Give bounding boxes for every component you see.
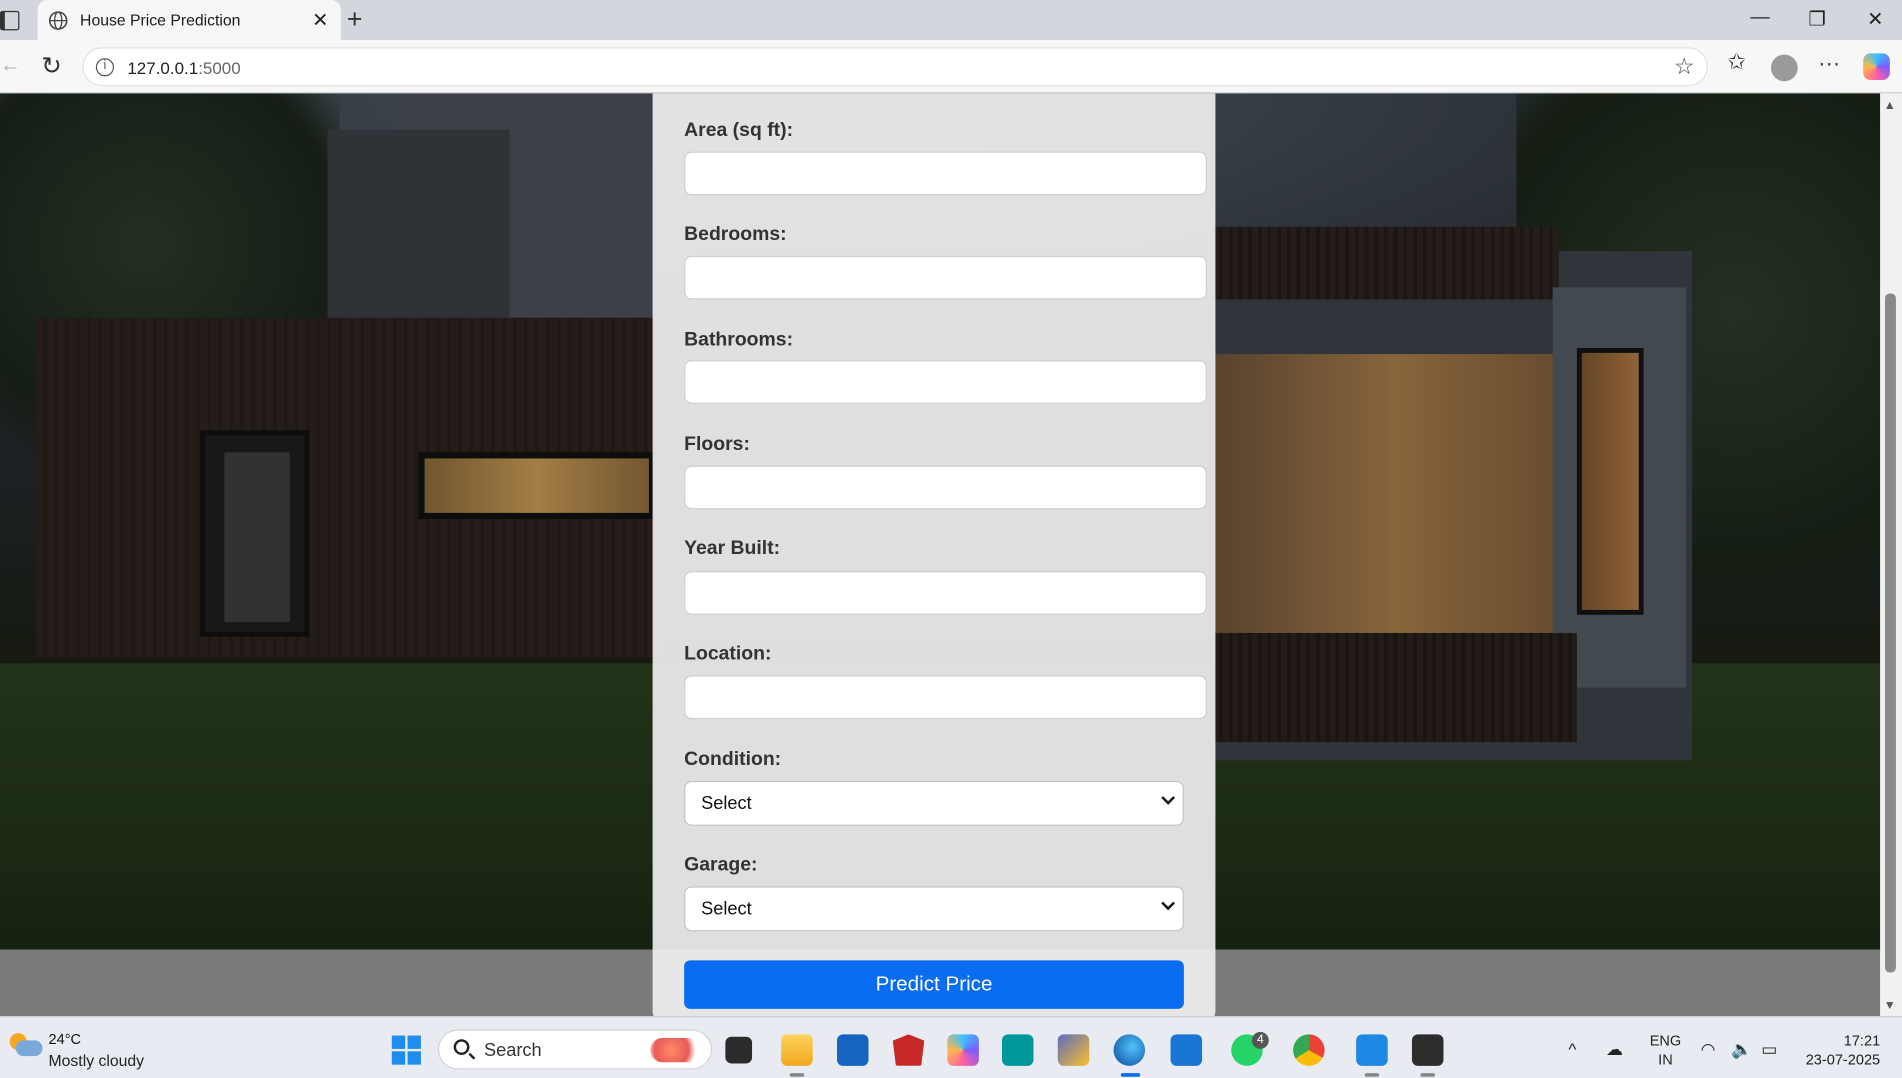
scroll-down-icon[interactable]: ▼ (1884, 999, 1896, 1012)
condition-label: Condition: (684, 749, 782, 771)
mcafee-icon[interactable] (892, 1034, 925, 1066)
windows-start-icon[interactable] (391, 1035, 421, 1065)
sidebar-toggle-icon[interactable] (0, 10, 20, 31)
garage-selected-value: Select (701, 898, 752, 920)
volume-icon[interactable]: 🔈 (1731, 1039, 1752, 1060)
bedrooms-input[interactable] (684, 255, 1207, 300)
site-info-icon[interactable]: i (95, 58, 115, 77)
wifi-icon[interactable]: ◠ (1701, 1039, 1716, 1060)
garage-label: Garage: (684, 854, 758, 876)
onedrive-icon[interactable]: ☁ (1606, 1039, 1623, 1060)
bathrooms-label: Bathrooms: (684, 329, 794, 351)
copilot-app-icon[interactable] (947, 1034, 979, 1066)
vscode-running-indicator (1364, 1073, 1380, 1077)
reload-icon[interactable]: ↻ (41, 51, 61, 81)
location-label: Location: (684, 643, 772, 665)
microsoft-store-icon[interactable] (836, 1034, 869, 1066)
address-bar[interactable]: i 127.0.0.1:5000 ☆ (82, 47, 1708, 87)
arduino-icon[interactable] (1001, 1034, 1034, 1066)
search-label: Search (483, 1040, 542, 1062)
favorites-icon[interactable]: ✩ (1727, 50, 1745, 75)
vscode-icon[interactable] (1356, 1034, 1388, 1066)
profile-avatar[interactable] (1770, 54, 1798, 82)
bedrooms-label: Bedrooms: (684, 224, 787, 245)
garage-select[interactable]: Select (684, 886, 1184, 932)
task-view-icon[interactable] (725, 1036, 753, 1064)
edge-icon[interactable] (1113, 1034, 1146, 1066)
tab-strip: House Price Prediction ✕ + — ❐ ✕ (0, 0, 1902, 41)
weather-temperature[interactable]: 24°C (49, 1031, 82, 1048)
chevron-down-icon (1161, 791, 1175, 805)
mathpad-app-icon[interactable] (1170, 1034, 1203, 1066)
copilot-icon[interactable] (1863, 53, 1890, 81)
search-icon (453, 1039, 470, 1055)
back-icon[interactable]: ← (0, 53, 21, 77)
scroll-up-icon[interactable]: ▲ (1884, 99, 1896, 112)
taskbar-search[interactable]: Search (437, 1029, 713, 1070)
battery-icon[interactable]: ▭ (1761, 1039, 1777, 1060)
page-scrollbar[interactable]: ▲ ▼ (1880, 93, 1902, 1017)
location-input[interactable] (684, 675, 1207, 720)
windows-taskbar: 24°C Mostly cloudy Search 4 ^ ☁ ENG IN ◠ … (0, 1016, 1902, 1078)
whatsapp-badge: 4 (1251, 1031, 1269, 1049)
floors-label: Floors: (684, 434, 750, 455)
chevron-down-icon (1161, 896, 1175, 911)
close-window-icon[interactable]: ✕ (1863, 7, 1887, 31)
globe-icon (48, 11, 68, 30)
bathrooms-input[interactable] (684, 360, 1207, 404)
floors-input[interactable] (684, 465, 1207, 510)
scrollbar-thumb[interactable] (1885, 293, 1896, 973)
show-hidden-icons-chevron-icon[interactable]: ^ (1568, 1039, 1576, 1058)
restore-icon[interactable]: ❐ (1805, 7, 1829, 31)
condition-select[interactable]: Select (684, 780, 1184, 826)
more-options-icon[interactable]: ··· (1818, 51, 1840, 76)
edge-active-indicator (1120, 1073, 1141, 1077)
language-indicator[interactable]: ENG IN (1650, 1031, 1682, 1070)
area-label: Area (sq ft): (684, 120, 794, 141)
search-highlight-icon (650, 1037, 704, 1063)
url-text: 127.0.0.1:5000 (127, 58, 241, 78)
tab-title: House Price Prediction (80, 10, 241, 30)
predict-price-button[interactable]: Predict Price (684, 960, 1184, 1009)
minimize-icon[interactable]: — (1748, 7, 1772, 29)
network-app-icon[interactable] (1057, 1034, 1090, 1066)
file-explorer-icon[interactable] (781, 1034, 813, 1066)
new-tab-icon[interactable]: + (347, 4, 363, 36)
page-viewport: Area (sq ft): Bedrooms: Bathrooms: Floor… (0, 93, 1881, 1017)
year-built-label: Year Built: (684, 538, 781, 560)
terminal-running-indicator (1420, 1073, 1435, 1077)
file-explorer-running-indicator (789, 1073, 805, 1077)
terminal-icon[interactable] (1411, 1034, 1444, 1066)
year-built-input[interactable] (684, 571, 1207, 615)
favorite-star-icon[interactable]: ☆ (1674, 53, 1695, 81)
close-tab-icon[interactable]: ✕ (309, 8, 331, 32)
weather-description[interactable]: Mostly cloudy (49, 1051, 145, 1069)
area-input[interactable] (684, 151, 1207, 196)
chrome-icon[interactable] (1293, 1034, 1325, 1066)
address-toolbar: ← ↻ i 127.0.0.1:5000 ☆ (0, 40, 1902, 94)
tab-house-price-prediction[interactable]: House Price Prediction ✕ (37, 0, 341, 41)
system-clock[interactable]: 17:21 23-07-2025 (1795, 1031, 1880, 1070)
prediction-form: Area (sq ft): Bedrooms: Bathrooms: Floor… (652, 93, 1216, 1017)
condition-selected-value: Select (701, 793, 752, 814)
weather-cloudy-icon[interactable] (9, 1033, 43, 1057)
